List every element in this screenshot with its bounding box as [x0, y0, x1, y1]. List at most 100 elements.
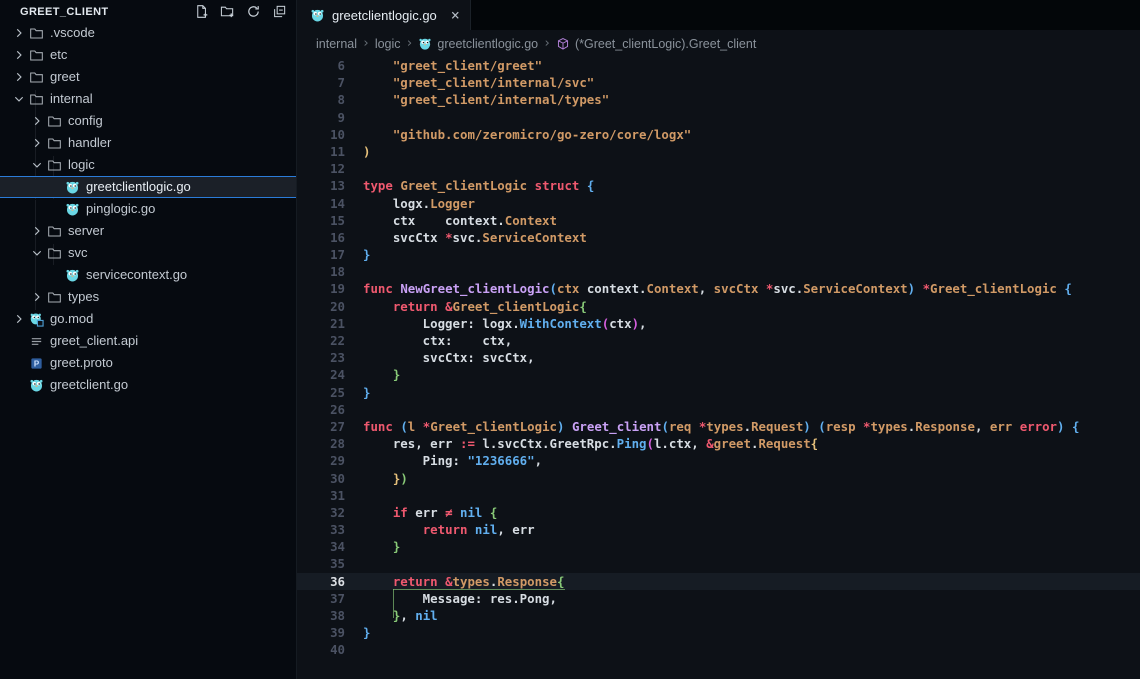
- chevron-down-icon[interactable]: [28, 246, 46, 260]
- code-line-40[interactable]: 40: [297, 641, 1140, 658]
- code-line-16[interactable]: 16 svcCtx *svc.ServiceContext: [297, 229, 1140, 246]
- chevron-right-icon[interactable]: [28, 114, 46, 128]
- code-line-39[interactable]: 39}: [297, 624, 1140, 641]
- tree-item-greet-client-api[interactable]: greet_client.api: [0, 330, 296, 352]
- code-line-27[interactable]: 27func (l *Greet_clientLogic) Greet_clie…: [297, 418, 1140, 435]
- code-line-28[interactable]: 28 res, err := l.svcCtx.GreetRpc.Ping(l.…: [297, 435, 1140, 452]
- tree-item-servicecontext-go[interactable]: servicecontext.go: [0, 264, 296, 286]
- breadcrumb-file[interactable]: greetclientlogic.go: [437, 37, 538, 51]
- code-line-31[interactable]: 31: [297, 487, 1140, 504]
- symbol-method-icon: [556, 37, 570, 51]
- new-folder-icon[interactable]: [219, 3, 236, 20]
- tree-item--vscode[interactable]: .vscode: [0, 22, 296, 44]
- bracket-pair-guide: [393, 589, 394, 617]
- line-text: "greet_client/internal/svc": [345, 74, 594, 91]
- code-line-6[interactable]: 6 "greet_client/greet": [297, 57, 1140, 74]
- code-line-15[interactable]: 15 ctx context.Context: [297, 212, 1140, 229]
- code-line-26[interactable]: 26: [297, 401, 1140, 418]
- chevron-right-icon[interactable]: [28, 136, 46, 150]
- line-text: "github.com/zeromicro/go-zero/core/logx": [345, 126, 691, 143]
- tree-item-label: internal: [50, 88, 93, 110]
- code-line-34[interactable]: 34 }: [297, 538, 1140, 555]
- tree-item-pinglogic-go[interactable]: pinglogic.go: [0, 198, 296, 220]
- code-line-33[interactable]: 33 return nil, err: [297, 521, 1140, 538]
- tree-item-label: svc: [68, 242, 88, 264]
- code-line-20[interactable]: 20 return &Greet_clientLogic{: [297, 298, 1140, 315]
- code-line-30[interactable]: 30 }): [297, 470, 1140, 487]
- code-line-14[interactable]: 14 logx.Logger: [297, 195, 1140, 212]
- code-line-24[interactable]: 24 }: [297, 366, 1140, 383]
- line-number: 23: [297, 349, 345, 366]
- chevron-right-icon[interactable]: [10, 26, 28, 40]
- chevron-right-icon[interactable]: [28, 290, 46, 304]
- tab-greetclientlogic[interactable]: greetclientlogic.go ×: [297, 0, 471, 30]
- line-number: 33: [297, 521, 345, 538]
- code-line-12[interactable]: 12: [297, 160, 1140, 177]
- tree-item-svc[interactable]: svc: [0, 242, 296, 264]
- tree-item-server[interactable]: server: [0, 220, 296, 242]
- code-line-11[interactable]: 11): [297, 143, 1140, 160]
- chevron-right-icon[interactable]: [10, 70, 28, 84]
- tree-item-greetclient-go[interactable]: greetclient.go: [0, 374, 296, 396]
- tree-item-label: .vscode: [50, 22, 95, 44]
- breadcrumb-symbol[interactable]: (*Greet_clientLogic).Greet_client: [575, 37, 756, 51]
- new-file-icon[interactable]: [193, 3, 210, 20]
- code-line-35[interactable]: 35: [297, 555, 1140, 572]
- explorer-header: GREET_CLIENT: [0, 0, 296, 21]
- breadcrumb-logic[interactable]: logic: [375, 37, 401, 51]
- project-title: GREET_CLIENT: [20, 6, 193, 18]
- code-line-32[interactable]: 32 if err ≠ nil {: [297, 504, 1140, 521]
- go-gopher-icon: [309, 8, 326, 23]
- code-line-7[interactable]: 7 "greet_client/internal/svc": [297, 74, 1140, 91]
- tree-item-logic[interactable]: logic: [0, 154, 296, 176]
- line-text: }, nil: [345, 607, 438, 624]
- tree-item-label: server: [68, 220, 104, 242]
- code-line-18[interactable]: 18: [297, 263, 1140, 280]
- tree-item-label: greet: [50, 66, 80, 88]
- tree-item-greet-proto[interactable]: Pgreet.proto: [0, 352, 296, 374]
- tree-item-internal[interactable]: internal: [0, 88, 296, 110]
- chevron-right-icon[interactable]: [10, 48, 28, 62]
- code-line-36[interactable]: 36 return &types.Response{: [297, 573, 1140, 590]
- code-line-23[interactable]: 23 svcCtx: svcCtx,: [297, 349, 1140, 366]
- breadcrumb-internal[interactable]: internal: [316, 37, 357, 51]
- tab-close-icon[interactable]: ×: [451, 8, 460, 23]
- line-number: 8: [297, 91, 345, 108]
- tree-item-handler[interactable]: handler: [0, 132, 296, 154]
- line-text: logx.Logger: [345, 195, 475, 212]
- code-line-25[interactable]: 25}: [297, 384, 1140, 401]
- line-text: if err ≠ nil {: [345, 504, 497, 521]
- code-line-29[interactable]: 29 Ping: "1236666",: [297, 452, 1140, 469]
- bracket-pair-guide: [393, 589, 565, 590]
- tree-item-go-mod[interactable]: go.mod: [0, 308, 296, 330]
- line-text: type Greet_clientLogic struct {: [345, 177, 594, 194]
- tree-item-types[interactable]: types: [0, 286, 296, 308]
- chevron-right-icon[interactable]: [28, 224, 46, 238]
- code-line-37[interactable]: 37 Message: res.Pong,: [297, 590, 1140, 607]
- tree-item-config[interactable]: config: [0, 110, 296, 132]
- tree-item-etc[interactable]: etc: [0, 44, 296, 66]
- line-text: return nil, err: [345, 521, 535, 538]
- code-line-13[interactable]: 13type Greet_clientLogic struct {: [297, 177, 1140, 194]
- tree-item-greetclientlogic-go[interactable]: greetclientlogic.go: [0, 176, 296, 198]
- code-line-22[interactable]: 22 ctx: ctx,: [297, 332, 1140, 349]
- code-area[interactable]: 6 "greet_client/greet"7 "greet_client/in…: [297, 57, 1140, 679]
- code-line-38[interactable]: 38 }, nil: [297, 607, 1140, 624]
- code-line-17[interactable]: 17}: [297, 246, 1140, 263]
- line-text: return &Greet_clientLogic{: [345, 298, 587, 315]
- chevron-down-icon[interactable]: [28, 158, 46, 172]
- chevron-down-icon[interactable]: [10, 92, 28, 106]
- code-line-19[interactable]: 19func NewGreet_clientLogic(ctx context.…: [297, 280, 1140, 297]
- code-line-8[interactable]: 8 "greet_client/internal/types": [297, 91, 1140, 108]
- tree-item-label: logic: [68, 154, 95, 176]
- code-line-10[interactable]: 10 "github.com/zeromicro/go-zero/core/lo…: [297, 126, 1140, 143]
- line-number: 13: [297, 177, 345, 194]
- code-line-9[interactable]: 9: [297, 109, 1140, 126]
- code-line-21[interactable]: 21 Logger: logx.WithContext(ctx),: [297, 315, 1140, 332]
- chevron-right-icon[interactable]: [10, 312, 28, 326]
- tree-item-greet[interactable]: greet: [0, 66, 296, 88]
- collapse-folders-icon[interactable]: [271, 3, 288, 20]
- refresh-explorer-icon[interactable]: [245, 3, 262, 20]
- editor-group: greetclientlogic.go × internal › logic ›…: [297, 0, 1140, 679]
- line-number: 25: [297, 384, 345, 401]
